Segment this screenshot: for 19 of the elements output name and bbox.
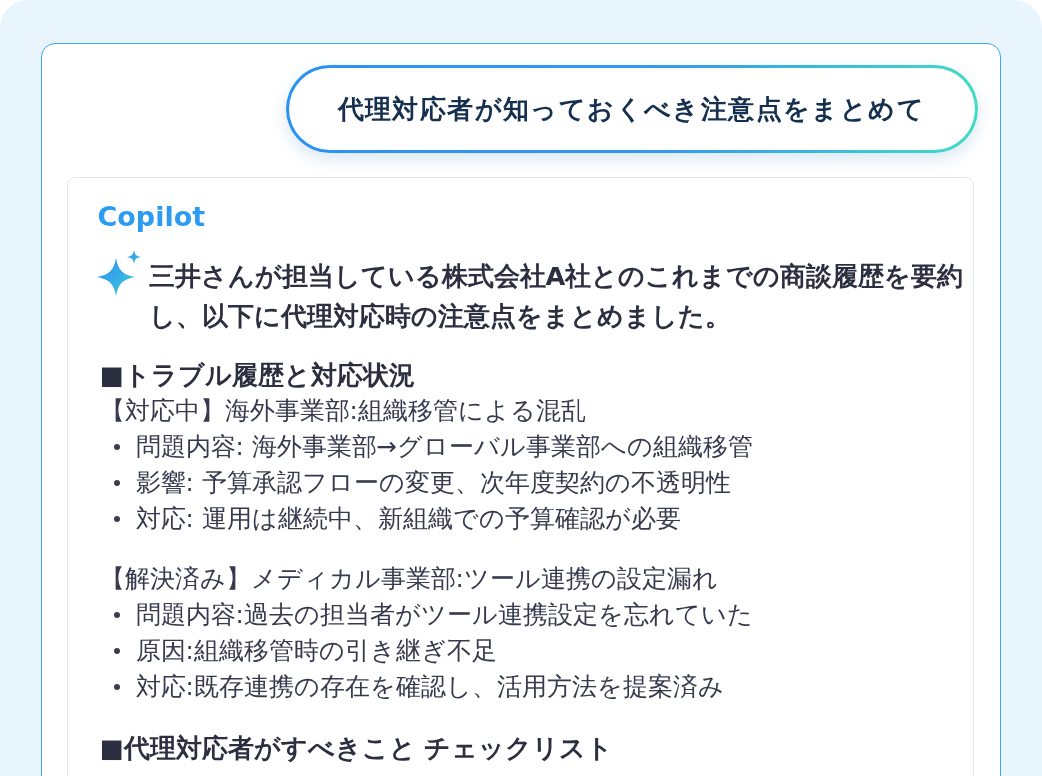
bullet-text: 問題内容:過去の担当者がツール連携設定を忘れていた xyxy=(135,599,753,631)
summary-text: 三井さんが担当している株式会社A社とのこれまでの商談履歴を要約し、以下に代理対応時の注意点をまとめました。 xyxy=(148,260,965,333)
issue-title: 【解決済み】メディカル事業部:ツール連携の設定漏れ xyxy=(99,563,719,595)
bullet-text: 影響: 予算承認フローの変更、次年度契約の不透明性 xyxy=(135,467,731,499)
section-heading: ■代理対応者がすべきこと チェックリスト xyxy=(99,732,615,765)
bullet-text: 対応:既存連携の存在を確認し、活用方法を提案済み xyxy=(135,671,724,703)
bullet-icon xyxy=(113,684,120,690)
bullet-icon xyxy=(113,516,120,522)
bullet-icon xyxy=(113,444,120,450)
bullet-text: 対応: 運用は継続中、新組織での予算確認が必要 xyxy=(135,503,681,535)
issue-title: 【対応中】海外事業部:組織移管による混乱 xyxy=(99,395,587,427)
bullet-text: 問題内容: 海外事業部→グローバル事業部への組織移管 xyxy=(135,431,754,463)
sparkle-icon xyxy=(96,250,141,296)
bullet-text: 原因:組織移管時の引き継ぎ不足 xyxy=(135,635,497,667)
bullet-icon xyxy=(113,612,120,618)
section-heading: ■トラブル履歴と対応状況 xyxy=(99,359,416,392)
sender-name: Copilot xyxy=(97,200,206,234)
bullet-icon xyxy=(113,480,120,486)
bullet-icon xyxy=(113,648,120,654)
